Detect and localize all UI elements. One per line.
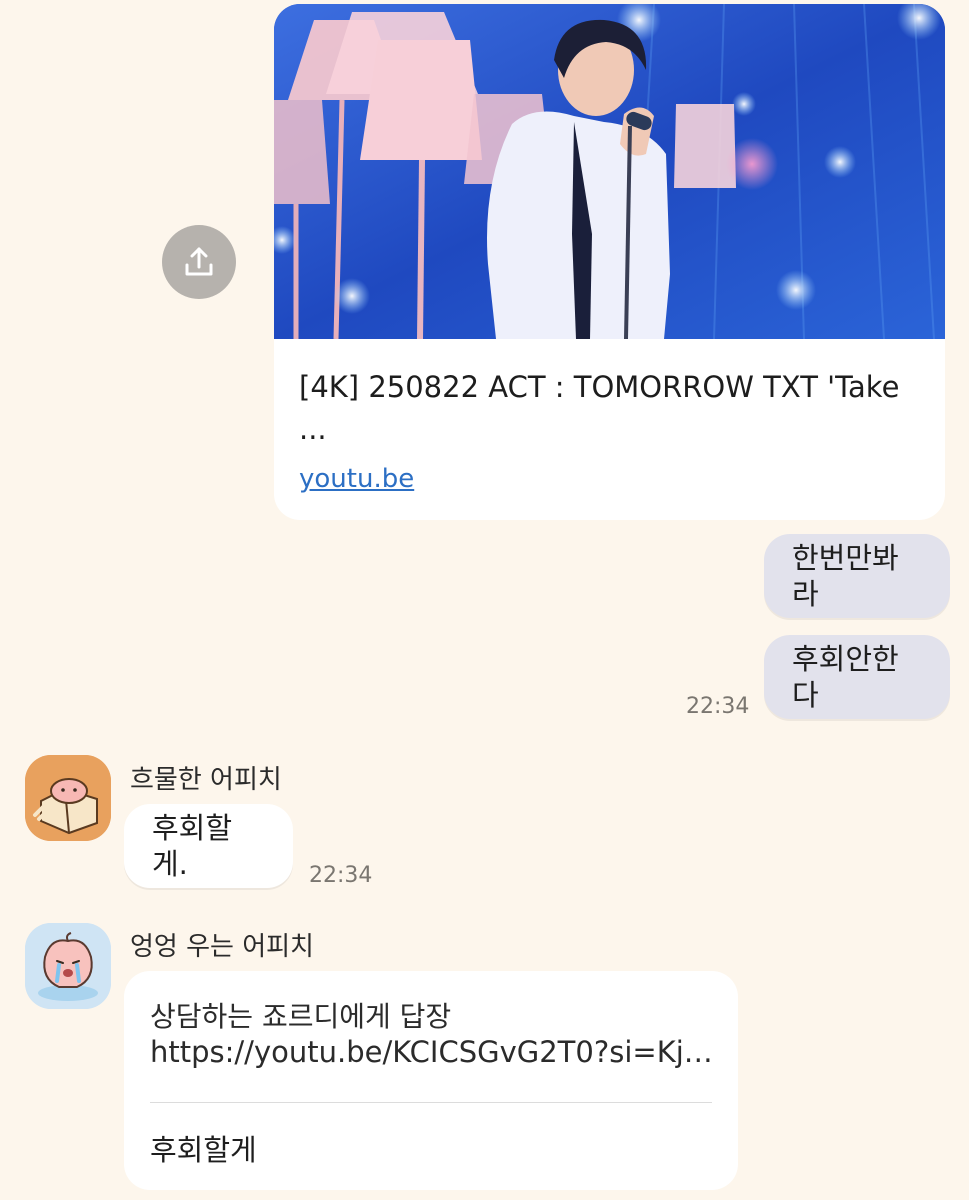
apeach-box-icon	[25, 755, 111, 841]
sender-name: 흐물한 어피치	[130, 765, 282, 795]
reply-message-bubble[interactable]: 상담하는 죠르디에게 답장 https://youtu.be/KCICSGvG2…	[124, 971, 738, 1190]
share-upload-icon	[185, 247, 213, 276]
message-time: 22:34	[309, 863, 373, 888]
sender-name: 엉엉 우는 어피치	[130, 932, 314, 962]
message-text: 후회할게.	[152, 811, 233, 881]
message-text: 후회할게	[150, 1133, 257, 1167]
avatar[interactable]	[25, 923, 111, 1009]
message-time: 22:34	[686, 694, 750, 719]
reply-quote-url[interactable]: https://youtu.be/KCICSGvG2T0?si=Kj…	[150, 1035, 712, 1069]
chat-screen: [4K] 250822 ACT : TOMORROW TXT 'Take ...…	[0, 0, 969, 1200]
my-message-bubble[interactable]: 후회안한다	[764, 635, 950, 719]
my-message-bubble[interactable]: 한번만봐라	[764, 534, 950, 618]
reply-quote-title[interactable]: 상담하는 죠르디에게 답장	[150, 995, 451, 1035]
avatar[interactable]	[25, 755, 111, 841]
share-button[interactable]	[162, 225, 236, 299]
link-domain[interactable]: youtu.be	[299, 464, 414, 494]
concert-photo	[274, 4, 945, 339]
crying-apeach-icon	[25, 923, 111, 1009]
other-message-bubble[interactable]: 후회할게.	[124, 804, 293, 888]
link-title[interactable]: [4K] 250822 ACT : TOMORROW TXT 'Take ...	[299, 366, 919, 450]
reply-divider	[150, 1102, 712, 1103]
message-text: 후회안한다	[792, 642, 899, 712]
message-text: 한번만봐라	[792, 541, 899, 611]
link-preview-card[interactable]: [4K] 250822 ACT : TOMORROW TXT 'Take ...…	[274, 4, 945, 520]
